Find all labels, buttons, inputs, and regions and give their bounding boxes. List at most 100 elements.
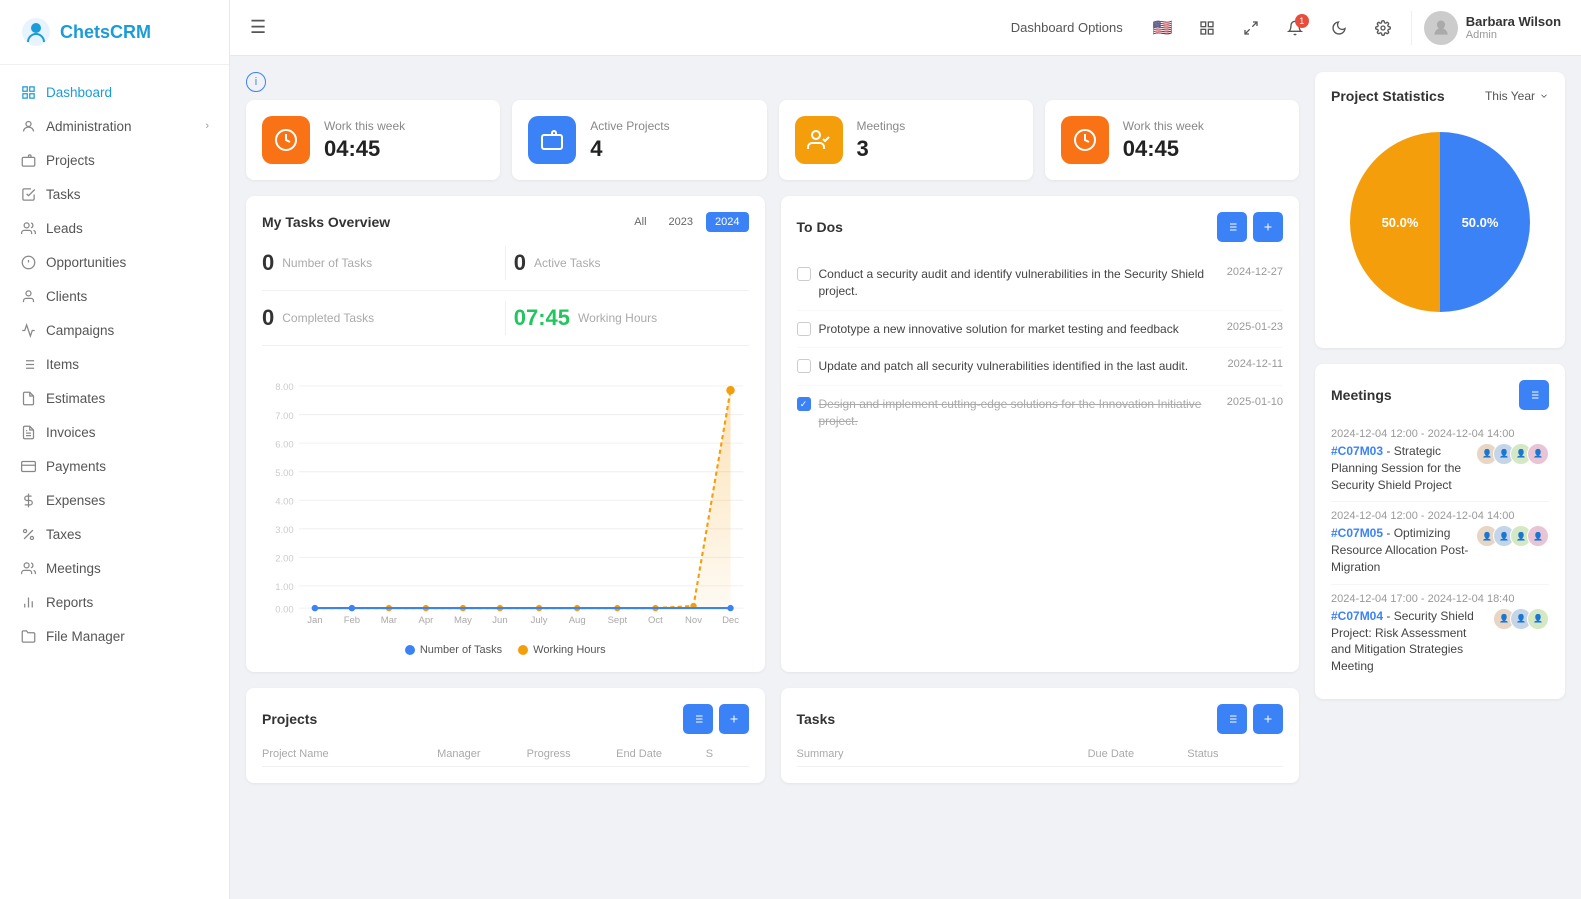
svg-text:0.00: 0.00 xyxy=(275,604,294,615)
meetings-panel-title: Meetings xyxy=(1331,387,1392,403)
sidebar-item-opportunities[interactable]: Opportunities xyxy=(0,245,229,279)
sidebar-item-label: Campaigns xyxy=(46,323,114,338)
user-profile[interactable]: Barbara Wilson Admin xyxy=(1411,11,1561,45)
info-icon[interactable]: i xyxy=(246,72,266,92)
meetings-list-button[interactable] xyxy=(1519,380,1549,410)
svg-text:Nov: Nov xyxy=(685,615,702,626)
year-tab-2023[interactable]: 2023 xyxy=(660,212,702,232)
sidebar-item-reports[interactable]: Reports xyxy=(0,585,229,619)
projects-list-button[interactable] xyxy=(683,704,713,734)
sidebar-item-meetings[interactable]: Meetings xyxy=(0,551,229,585)
svg-text:7.00: 7.00 xyxy=(275,411,294,422)
stat-value-2: 4 xyxy=(590,136,669,162)
col-manager: Manager xyxy=(437,748,523,760)
sidebar-item-invoices[interactable]: Invoices xyxy=(0,415,229,449)
todo-checkbox-3[interactable] xyxy=(797,359,811,373)
darkmode-icon[interactable] xyxy=(1323,12,1355,44)
sidebar-item-label: Payments xyxy=(46,459,106,474)
meeting-time-1: 2024-12-04 12:00 - 2024-12-04 14:00 xyxy=(1331,428,1549,440)
stat-value-4: 04:45 xyxy=(1123,136,1204,162)
stat-card-work-week-2: Work this week 04:45 xyxy=(1045,100,1299,180)
sidebar-item-campaigns[interactable]: Campaigns xyxy=(0,313,229,347)
year-select[interactable]: This Year xyxy=(1485,89,1549,103)
tasks-panel-actions xyxy=(1217,704,1283,734)
sidebar-item-taxes[interactable]: Taxes xyxy=(0,517,229,551)
todos-panel: To Dos xyxy=(781,196,1300,672)
settings-icon[interactable] xyxy=(1367,12,1399,44)
svg-text:Dec: Dec xyxy=(722,615,739,626)
year-tab-all[interactable]: All xyxy=(625,212,655,232)
notification-icon[interactable]: 1 xyxy=(1279,12,1311,44)
sidebar-item-payments[interactable]: Payments xyxy=(0,449,229,483)
projects-add-button[interactable] xyxy=(719,704,749,734)
hamburger-icon[interactable]: ☰ xyxy=(250,17,266,38)
header: ☰ Dashboard Options 🇺🇸 1 xyxy=(230,0,1581,56)
sidebar-item-projects[interactable]: Projects xyxy=(0,143,229,177)
meeting-code-3[interactable]: #C07M04 xyxy=(1331,609,1383,623)
svg-text:May: May xyxy=(454,615,472,626)
opportunities-icon xyxy=(20,254,36,270)
tasks-list-button[interactable] xyxy=(1217,704,1247,734)
year-select-label: This Year xyxy=(1485,89,1535,103)
todos-add-button[interactable] xyxy=(1253,212,1283,242)
briefcase-icon xyxy=(528,116,576,164)
todos-title: To Dos xyxy=(797,219,843,235)
sidebar-item-label: Dashboard xyxy=(46,85,112,100)
content-left: i Work this week 04:45 xyxy=(246,72,1299,883)
projects-title: Projects xyxy=(262,711,317,727)
avatar-4: 👤 xyxy=(1527,443,1549,465)
flag-icon[interactable]: 🇺🇸 xyxy=(1147,12,1179,44)
meeting-title-3: #C07M04 - Security Shield Project: Risk … xyxy=(1331,608,1549,675)
todo-checkbox-4[interactable]: ✓ xyxy=(797,397,811,411)
file-icon xyxy=(20,628,36,644)
legend-dot-tasks xyxy=(405,645,415,655)
legend-hours: Working Hours xyxy=(518,644,606,656)
meeting-code-2[interactable]: #C07M05 xyxy=(1331,526,1383,540)
meeting-avatars-3: 👤 👤 👤 xyxy=(1493,608,1549,630)
sidebar-nav: Dashboard Administration › Projects xyxy=(0,65,229,899)
svg-text:Feb: Feb xyxy=(344,615,360,626)
sidebar-item-label: Meetings xyxy=(46,561,101,576)
active-tasks-label: Active Tasks xyxy=(534,256,600,270)
sidebar-item-estimates[interactable]: Estimates xyxy=(0,381,229,415)
sidebar-item-tasks[interactable]: Tasks xyxy=(0,177,229,211)
chart-legend: Number of Tasks Working Hours xyxy=(262,644,749,656)
col-due-date: Due Date xyxy=(1088,748,1184,760)
todo-item-2: Prototype a new innovative solution for … xyxy=(797,311,1284,349)
todos-list-button[interactable] xyxy=(1217,212,1247,242)
meetings-panel: Meetings 2024-12-04 12:00 - 2024-12-04 1… xyxy=(1315,364,1565,699)
sidebar-item-clients[interactable]: Clients xyxy=(0,279,229,313)
fullscreen-icon[interactable] xyxy=(1235,12,1267,44)
user-check-icon xyxy=(795,116,843,164)
todo-checkbox-2[interactable] xyxy=(797,322,811,336)
sidebar-item-dashboard[interactable]: Dashboard xyxy=(0,75,229,109)
grid-icon[interactable] xyxy=(1191,12,1223,44)
meeting-code-1[interactable]: #C07M03 xyxy=(1331,444,1383,458)
content-right: Project Statistics This Year xyxy=(1315,72,1565,883)
sidebar-item-filemanager[interactable]: File Manager xyxy=(0,619,229,653)
col-end-date: End Date xyxy=(616,748,702,760)
working-hours-value: 07:45 xyxy=(514,305,570,331)
content-area: i Work this week 04:45 xyxy=(230,56,1581,899)
stat-value-1: 04:45 xyxy=(324,136,405,162)
tasks-add-button[interactable] xyxy=(1253,704,1283,734)
col-project-name: Project Name xyxy=(262,748,433,760)
sidebar-item-label: Estimates xyxy=(46,391,105,406)
meeting-avatars-2: 👤 👤 👤 👤 xyxy=(1476,525,1549,547)
stat-card-work-week-1: Work this week 04:45 xyxy=(246,100,500,180)
sidebar-item-administration[interactable]: Administration › xyxy=(0,109,229,143)
admin-icon xyxy=(20,118,36,134)
stat-value-3: 3 xyxy=(857,136,906,162)
sidebar-item-items[interactable]: Items xyxy=(0,347,229,381)
col-task-status: Status xyxy=(1187,748,1283,760)
stat-cards: Work this week 04:45 Active Projects 4 xyxy=(246,100,1299,180)
year-tab-2024[interactable]: 2024 xyxy=(706,212,748,232)
todo-checkbox-1[interactable] xyxy=(797,267,811,281)
svg-text:Apr: Apr xyxy=(419,615,434,626)
invoices-icon xyxy=(20,424,36,440)
campaigns-icon xyxy=(20,322,36,338)
stat-label-4: Work this week xyxy=(1123,119,1204,133)
sidebar-item-expenses[interactable]: Expenses xyxy=(0,483,229,517)
sidebar-item-leads[interactable]: Leads xyxy=(0,211,229,245)
tasks-overview-title: My Tasks Overview xyxy=(262,214,390,230)
